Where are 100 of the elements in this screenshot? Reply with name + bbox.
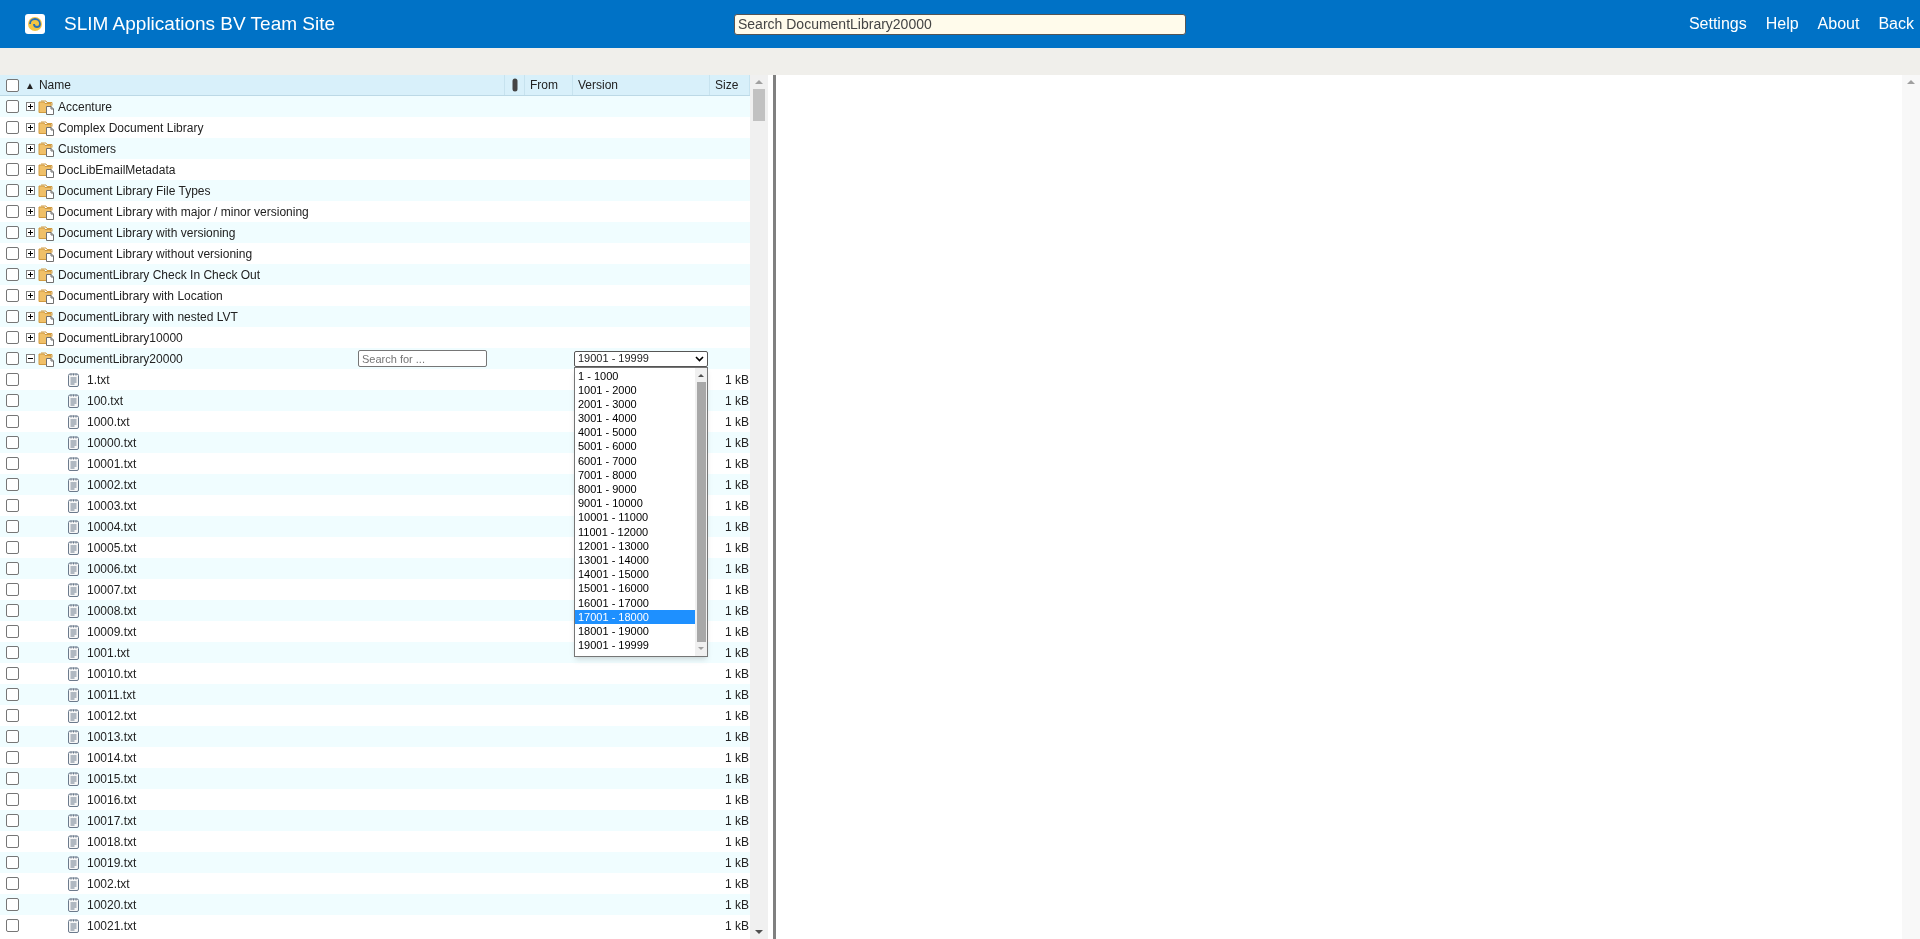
dropdown-option[interactable]: 12001 - 13000 (575, 538, 695, 553)
dropdown-option[interactable]: 16001 - 17000 (575, 595, 695, 610)
checkbox[interactable] (6, 478, 19, 491)
file-name[interactable]: 10002.txt (87, 475, 137, 494)
dropdown-option[interactable]: 8001 - 9000 (575, 482, 695, 497)
expand-icon[interactable] (26, 102, 35, 111)
scrollbar[interactable] (1902, 75, 1920, 939)
range-select[interactable]: 19001 - 19999 (574, 350, 708, 367)
checkbox[interactable] (6, 793, 19, 806)
folder-name[interactable]: Customers (58, 139, 116, 158)
paperclip-icon[interactable] (511, 78, 518, 92)
file-name[interactable]: 10004.txt (87, 517, 137, 536)
dropdown-option[interactable]: 13001 - 14000 (575, 552, 695, 568)
scroll-thumb[interactable] (753, 89, 765, 121)
folder-name[interactable]: DocLibEmailMetadata (58, 160, 176, 179)
file-name[interactable]: 10021.txt (87, 916, 137, 935)
nav-link[interactable]: Help (1765, 12, 1799, 36)
expand-icon[interactable] (26, 186, 35, 195)
dropdown-option[interactable]: 4001 - 5000 (575, 425, 695, 440)
column-label[interactable]: Name (38, 76, 71, 94)
file-name[interactable]: 10019.txt (87, 853, 137, 872)
folder-name[interactable]: Document Library with major / minor versioning (58, 202, 309, 221)
file-name[interactable]: 10020.txt (87, 895, 137, 914)
checkbox[interactable] (6, 331, 19, 344)
expand-icon[interactable] (26, 165, 35, 174)
checkbox[interactable] (6, 625, 19, 638)
dropdown-option[interactable]: 3001 - 4000 (575, 411, 695, 426)
file-name[interactable]: 10013.txt (87, 727, 137, 746)
dropdown-option[interactable]: 1 - 1000 (575, 368, 695, 383)
column-header[interactable]: From (525, 75, 573, 95)
file-name[interactable]: 10017.txt (87, 811, 137, 830)
checkbox[interactable] (6, 100, 19, 113)
checkbox[interactable] (6, 751, 19, 764)
dropdown-option[interactable]: 1001 - 2000 (575, 382, 695, 397)
file-name[interactable]: 10000.txt (87, 433, 137, 452)
folder-name[interactable]: DocumentLibrary with Location (58, 286, 223, 305)
nav-link[interactable]: Settings (1688, 12, 1747, 36)
checkbox[interactable] (6, 268, 19, 281)
file-name[interactable]: 1001.txt (87, 643, 130, 662)
column-header[interactable]: Version (573, 75, 710, 95)
dropdown-option[interactable]: 18001 - 19000 (575, 623, 695, 639)
file-name[interactable]: 1.txt (87, 370, 110, 389)
checkbox[interactable] (6, 457, 19, 470)
scrollbar[interactable] (695, 367, 707, 656)
checkbox[interactable] (6, 919, 19, 932)
dropdown-option[interactable]: 5001 - 6000 (575, 439, 695, 454)
checkbox[interactable] (6, 78, 19, 92)
scrollbar[interactable] (750, 75, 768, 939)
file-name[interactable]: 10016.txt (87, 790, 137, 809)
checkbox[interactable] (6, 247, 19, 260)
checkbox[interactable] (6, 415, 19, 428)
expand-icon[interactable] (26, 144, 35, 153)
dropdown-option[interactable]: 6001 - 7000 (575, 453, 695, 468)
dropdown-option[interactable]: 10001 - 11000 (575, 510, 695, 525)
checkbox[interactable] (6, 205, 19, 218)
folder-name[interactable]: Complex Document Library (58, 118, 204, 137)
folder-name[interactable]: Document Library File Types (58, 181, 211, 200)
file-name[interactable]: 1002.txt (87, 874, 130, 893)
dropdown-option[interactable]: 11001 - 12000 (575, 524, 695, 539)
checkbox[interactable] (6, 352, 19, 365)
expand-icon[interactable] (26, 228, 35, 237)
dropdown-option[interactable]: 7001 - 8000 (575, 467, 695, 482)
dropdown-option[interactable]: 15001 - 16000 (575, 581, 695, 596)
expand-icon[interactable] (26, 312, 35, 321)
sort-arrow[interactable]: ▲ (25, 77, 35, 93)
dropdown-option[interactable]: 14001 - 15000 (575, 567, 695, 582)
dropdown-option[interactable]: 19001 - 19999 (575, 638, 695, 653)
checkbox[interactable] (6, 730, 19, 743)
file-name[interactable]: 10009.txt (87, 622, 137, 641)
checkbox[interactable] (6, 373, 19, 386)
file-name[interactable]: 10018.txt (87, 832, 137, 851)
expand-icon[interactable] (26, 207, 35, 216)
search-field[interactable]: Search for ... (358, 350, 487, 367)
checkbox[interactable] (6, 520, 19, 533)
file-name[interactable]: 100.txt (87, 391, 124, 410)
checkbox[interactable] (6, 856, 19, 869)
checkbox[interactable] (6, 562, 19, 575)
checkbox[interactable] (6, 310, 19, 323)
expand-icon[interactable] (26, 291, 35, 300)
checkbox[interactable] (6, 184, 19, 197)
checkbox[interactable] (6, 394, 19, 407)
expand-icon[interactable] (26, 123, 35, 132)
folder-name[interactable]: DocumentLibrary20000 (58, 349, 183, 368)
checkbox[interactable] (6, 583, 19, 596)
checkbox[interactable] (6, 436, 19, 449)
expand-icon[interactable] (26, 270, 35, 279)
file-name[interactable]: 10001.txt (87, 454, 137, 473)
file-name[interactable]: 10010.txt (87, 664, 137, 683)
search-field[interactable]: Search DocumentLibrary20000 (734, 13, 1186, 35)
checkbox[interactable] (6, 814, 19, 827)
checkbox[interactable] (6, 877, 19, 890)
dropdown-option[interactable]: 9001 - 10000 (575, 496, 695, 511)
checkbox[interactable] (6, 541, 19, 554)
nav-link[interactable]: About (1817, 12, 1860, 36)
file-name[interactable]: 10015.txt (87, 769, 137, 788)
file-name[interactable]: 10012.txt (87, 706, 137, 725)
checkbox[interactable] (6, 142, 19, 155)
file-name[interactable]: 10008.txt (87, 601, 137, 620)
dropdown-option[interactable]: 2001 - 3000 (575, 396, 695, 412)
checkbox[interactable] (6, 604, 19, 617)
